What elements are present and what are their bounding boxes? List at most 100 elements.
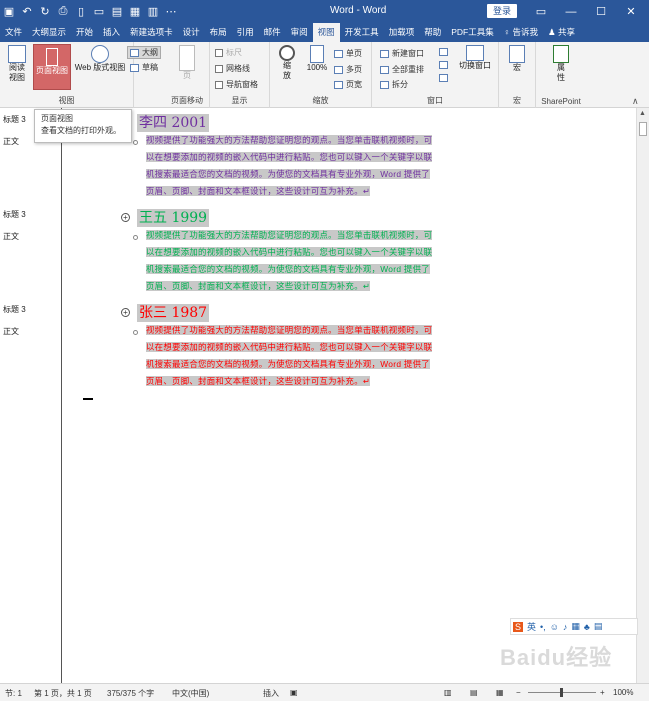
- heading-2[interactable]: 王五 1999: [137, 209, 210, 227]
- tab-insert[interactable]: 插入: [98, 23, 125, 42]
- emoji-icon[interactable]: ☺: [550, 622, 559, 632]
- web-layout-label: Web 版式视图: [74, 63, 126, 72]
- tab-outlining[interactable]: 大纲显示: [27, 23, 71, 42]
- zoom-in-button[interactable]: +: [600, 688, 605, 697]
- scroll-up-icon[interactable]: ▲: [639, 110, 646, 117]
- read-mode-icon[interactable]: ▥: [444, 688, 452, 697]
- more-icon[interactable]: ⋯: [162, 3, 180, 21]
- tab-share[interactable]: ♟ 共享: [543, 23, 580, 42]
- keyboard-icon[interactable]: ▦: [571, 621, 580, 632]
- redo-icon[interactable]: ↻: [36, 3, 54, 21]
- draft-view-button[interactable]: 草稿: [130, 62, 158, 73]
- login-button[interactable]: 登录: [487, 4, 517, 18]
- zoom-button[interactable]: 缩 放: [276, 45, 298, 81]
- read-mode-button[interactable]: 阅读 视图: [3, 45, 31, 83]
- page-move-button[interactable]: 页: [175, 45, 199, 81]
- skin-icon[interactable]: ♣: [584, 622, 590, 632]
- zoom-out-button[interactable]: −: [516, 688, 521, 697]
- word-count[interactable]: 375/375 个字: [107, 688, 154, 699]
- tab-view[interactable]: 视图: [312, 23, 340, 42]
- sogou-icon[interactable]: S: [513, 621, 524, 632]
- window-title: Word - Word: [330, 5, 387, 16]
- tab-review[interactable]: 审阅: [286, 23, 313, 42]
- document-area[interactable]: 李四 2001 视频提供了功能强大的方法帮助您证明您的观点。当您单击联机视频时，…: [63, 108, 636, 683]
- print-preview-icon[interactable]: ⎙: [54, 3, 72, 21]
- new-window-button[interactable]: 新建窗口: [380, 48, 424, 59]
- macro-record-icon[interactable]: ▣: [290, 688, 298, 697]
- tab-home[interactable]: 开始: [71, 23, 98, 42]
- save-icon[interactable]: ▣: [0, 3, 18, 21]
- tab-mailings[interactable]: 邮件: [259, 23, 286, 42]
- body-paragraph-2[interactable]: 视频提供了功能强大的方法帮助您证明您的观点。当您单击联机视频时，可 以在想要添加…: [146, 227, 458, 295]
- page-width-button[interactable]: 页宽: [334, 79, 362, 90]
- tab-tell-me[interactable]: ♀ 告诉我: [499, 23, 543, 42]
- views-group: 阅读 视图 页面视图 Web 版式视图 视图: [0, 42, 134, 108]
- one-page-button[interactable]: 单页: [334, 48, 362, 59]
- tab-developer[interactable]: 开发工具: [340, 23, 384, 42]
- style-label: 正文: [3, 327, 19, 336]
- body-bullet: [133, 235, 138, 240]
- tab-new-tab[interactable]: 新建选项卡: [125, 23, 178, 42]
- clipboard-icon[interactable]: ▤: [108, 3, 126, 21]
- body-paragraph-1[interactable]: 视频提供了功能强大的方法帮助您证明您的观点。当您单击联机视频时，可 以在想要添加…: [146, 132, 458, 200]
- ribbon-display-icon[interactable]: ▭: [526, 0, 556, 23]
- page-indicator[interactable]: 第 1 页，共 1 页: [34, 688, 92, 699]
- gridlines-checkbox[interactable]: 网格线: [215, 63, 250, 74]
- outline-view-button[interactable]: 大纲: [127, 46, 161, 59]
- language-indicator[interactable]: 中文(中国): [172, 688, 209, 699]
- heading-1[interactable]: 李四 2001: [137, 114, 210, 132]
- share-label: 共享: [558, 27, 576, 37]
- section-indicator[interactable]: 节: 1: [5, 688, 22, 699]
- tab-addins[interactable]: 加载项: [384, 23, 420, 42]
- toolbox-icon[interactable]: ▤: [594, 621, 603, 632]
- web-layout-icon[interactable]: ▦: [496, 688, 504, 697]
- side-by-side-icons[interactable]: [439, 48, 451, 82]
- outline-label: 大纲: [142, 48, 158, 57]
- switch-window-button[interactable]: 切换窗口: [456, 45, 494, 71]
- mic-icon[interactable]: ♪: [563, 622, 568, 632]
- tab-layout[interactable]: 布局: [205, 23, 232, 42]
- multi-page-button[interactable]: 多页: [334, 64, 362, 75]
- nav-pane-box: [215, 80, 223, 89]
- tab-help[interactable]: 帮助: [419, 23, 446, 42]
- expand-heading-2-icon[interactable]: +: [121, 213, 130, 222]
- close-button[interactable]: ✕: [616, 0, 646, 23]
- open-icon[interactable]: ▭: [90, 3, 108, 21]
- zoom-100-button[interactable]: 100%: [304, 45, 330, 73]
- zoom-slider-thumb[interactable]: [560, 688, 563, 697]
- new-doc-icon[interactable]: ▯: [72, 3, 90, 21]
- ime-toolbar[interactable]: S 英 •, ☺ ♪ ▦ ♣ ▤: [510, 618, 638, 635]
- tab-file[interactable]: 文件: [0, 23, 27, 42]
- macro-button[interactable]: 宏: [507, 45, 527, 73]
- window-group-label: 窗口: [427, 96, 443, 105]
- insert-mode[interactable]: 插入: [263, 688, 279, 699]
- format-icon[interactable]: ▦: [126, 3, 144, 21]
- undo-icon[interactable]: ↶: [18, 3, 36, 21]
- heading-3[interactable]: 张三 1987: [137, 304, 210, 322]
- web-layout-button[interactable]: Web 版式视图: [72, 45, 128, 73]
- page-move-icon: [179, 45, 195, 71]
- maximize-button[interactable]: ☐: [586, 0, 616, 23]
- tooltip-desc: 查看文档的打印外观。: [41, 126, 121, 135]
- arrange-all-button[interactable]: 全部重排: [380, 64, 424, 75]
- minimize-button[interactable]: —: [556, 0, 586, 23]
- tab-references[interactable]: 引用: [232, 23, 259, 42]
- table-icon[interactable]: ▥: [144, 3, 162, 21]
- ime-mode[interactable]: 英: [527, 620, 536, 633]
- split-button[interactable]: 拆分: [380, 79, 408, 90]
- punctuation-icon[interactable]: •,: [540, 622, 546, 632]
- nav-pane-checkbox[interactable]: 导航窗格: [215, 79, 258, 90]
- ruler-box: [215, 48, 223, 57]
- vertical-scrollbar[interactable]: ▲: [636, 108, 649, 683]
- properties-button[interactable]: 属 性: [550, 45, 572, 83]
- print-layout-icon[interactable]: ▤: [470, 688, 478, 697]
- body-paragraph-3[interactable]: 视频提供了功能强大的方法帮助您证明您的观点。当您单击联机视频时，可 以在想要添加…: [146, 322, 458, 390]
- collapse-ribbon-icon[interactable]: ∧: [632, 96, 639, 107]
- tab-pdf-tools[interactable]: PDF工具集: [446, 23, 499, 42]
- tab-design[interactable]: 设计: [178, 23, 205, 42]
- ruler-checkbox[interactable]: 标尺: [215, 47, 242, 58]
- print-layout-button[interactable]: 页面视图: [33, 44, 71, 90]
- expand-heading-3-icon[interactable]: +: [121, 308, 130, 317]
- zoom-level[interactable]: 100%: [613, 688, 633, 697]
- scroll-thumb[interactable]: [639, 122, 647, 136]
